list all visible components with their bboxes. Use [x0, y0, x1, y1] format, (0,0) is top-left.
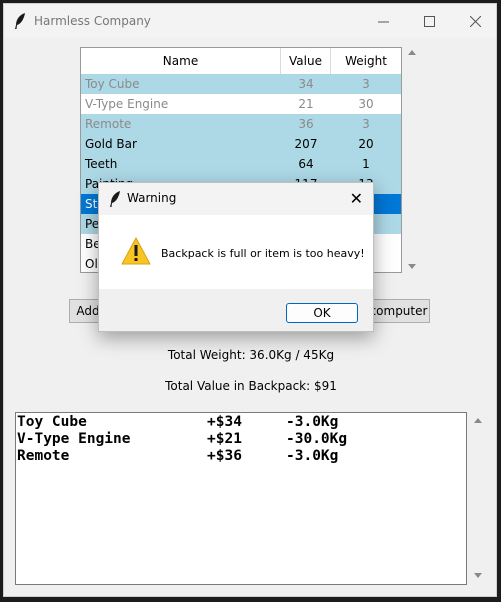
log-value: +$34: [207, 414, 242, 430]
cell-weight: 1: [362, 157, 370, 171]
cell-weight: 3: [362, 117, 370, 131]
computer-button[interactable]: computer: [367, 299, 430, 323]
cell-name: Gold Bar: [85, 137, 137, 151]
tree-row[interactable]: Remote 36 3: [81, 114, 401, 134]
dialog-close-button[interactable]: ✕: [350, 189, 363, 208]
total-weight-label: Total Weight: 36.0Kg / 45Kg: [167, 348, 335, 362]
treeview-scrollbar[interactable]: [406, 47, 418, 273]
log-line: Toy Cube +$34 -3.0Kg: [17, 414, 457, 431]
warning-dialog: Warning ✕ Backpack is full or item is to…: [98, 182, 374, 332]
minimize-icon: [377, 21, 389, 22]
cell-weight: 20: [358, 137, 374, 151]
maximize-button[interactable]: [406, 4, 452, 38]
title-bar[interactable]: Harmless Company: [4, 4, 496, 38]
log-item: Remote: [17, 448, 70, 464]
log-line: Remote +$36 -3.0Kg: [17, 448, 457, 465]
warning-icon: [121, 237, 151, 265]
window-title: Harmless Company: [34, 14, 151, 28]
log-value: +$36: [207, 448, 242, 464]
cell-value: 34: [298, 77, 314, 91]
log-item: Toy Cube: [17, 414, 87, 430]
cell-name: Toy Cube: [85, 77, 140, 91]
tree-row[interactable]: Toy Cube 34 3: [81, 74, 401, 94]
cell-name: Teeth: [85, 157, 118, 171]
cell-value: 21: [298, 97, 314, 111]
close-icon: [469, 15, 481, 27]
log-weight: -3.0Kg: [286, 448, 339, 464]
column-header-name[interactable]: Name: [81, 48, 281, 74]
column-header-value[interactable]: Value: [281, 48, 331, 74]
log-weight: -30.0Kg: [286, 431, 348, 447]
textbox-scrollbar[interactable]: [470, 412, 486, 585]
dialog-message: Backpack is full or item is too heavy!: [161, 247, 365, 260]
log-weight: -3.0Kg: [286, 414, 339, 430]
log-value: +$21: [207, 431, 242, 447]
cell-value: 36: [298, 117, 314, 131]
tree-row[interactable]: V-Type Engine 21 30: [81, 94, 401, 114]
cell-name: Remote: [85, 117, 132, 131]
total-value-label: Total Value in Backpack: $91: [165, 379, 337, 393]
log-line: V-Type Engine +$21 -30.0Kg: [17, 431, 457, 448]
close-button[interactable]: [452, 4, 498, 38]
scroll-arrows-icon: [474, 418, 482, 578]
cell-value: 207: [294, 137, 318, 151]
feather-icon: [15, 13, 25, 29]
ok-button[interactable]: OK: [286, 303, 358, 323]
tree-row[interactable]: Teeth 64 1: [81, 154, 401, 174]
maximize-icon: [423, 15, 435, 27]
cell-name: V-Type Engine: [85, 97, 169, 111]
dialog-title: Warning: [127, 191, 177, 205]
cell-weight: 3: [362, 77, 370, 91]
feather-icon: [110, 191, 120, 207]
scroll-arrows-icon: [408, 50, 416, 269]
backpack-log-textbox[interactable]: Toy Cube +$34 -3.0Kg V-Type Engine +$21 -30.0…: [15, 412, 467, 585]
treeview-header: Name Value Weight: [81, 48, 401, 75]
dialog-title-bar[interactable]: Warning ✕: [99, 183, 373, 215]
column-header-weight[interactable]: Weight: [331, 48, 401, 74]
log-item: V-Type Engine: [17, 431, 131, 447]
cell-weight: 30: [358, 97, 374, 111]
minimize-button[interactable]: [360, 4, 406, 38]
cell-name: Ol: [85, 257, 98, 271]
cell-value: 64: [298, 157, 314, 171]
tree-row[interactable]: Gold Bar 207 20: [81, 134, 401, 154]
